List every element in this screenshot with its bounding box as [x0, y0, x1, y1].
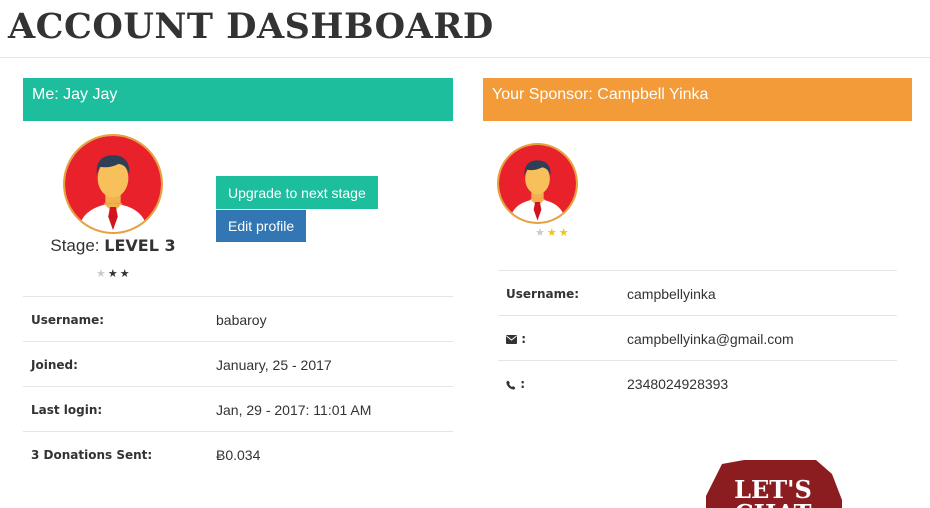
edit-profile-button[interactable]: Edit profile	[216, 210, 307, 242]
table-row: : campbellyinka@gmail.com	[498, 315, 897, 360]
table-row: Username: babaroy	[23, 296, 453, 341]
stage-value: LEVEL 3	[104, 236, 176, 255]
row-label: Username:	[506, 287, 580, 301]
sponsor-panel-heading: Your Sponsor: Campbell Yinka	[483, 78, 912, 121]
user-avatar-icon	[499, 145, 576, 222]
me-rating-stars: ★★★	[96, 267, 132, 280]
title-divider	[0, 57, 930, 58]
star-icon: ★	[119, 267, 132, 280]
sponsor-info-table: Username: campbellyinka : campbellyinka@…	[498, 270, 897, 405]
chat-badge[interactable]: LET'S CHAT	[704, 460, 844, 508]
table-row: 3 Donations Sent: Ƀ0.034	[23, 431, 453, 476]
row-label-text: :	[520, 377, 525, 391]
sponsor-rating-stars: ★★★	[535, 226, 571, 239]
table-row: : 2348024928393	[498, 360, 897, 405]
star-icon: ★	[535, 226, 547, 239]
row-label: :	[506, 377, 525, 391]
star-icon: ★	[107, 267, 120, 280]
star-icon: ★	[558, 226, 571, 239]
phone-icon	[506, 380, 516, 389]
row-label: Last login:	[31, 403, 103, 417]
row-label: Username:	[31, 313, 105, 327]
row-value: campbellyinka@gmail.com	[627, 331, 794, 347]
row-label-text: :	[521, 332, 526, 346]
envelope-icon	[506, 335, 517, 344]
stage-label: Stage:	[50, 236, 100, 255]
table-row: Last login: Jan, 29 - 2017: 11:01 AM	[23, 386, 453, 431]
row-value: January, 25 - 2017	[216, 357, 332, 373]
row-label: :	[506, 332, 526, 346]
sponsor-avatar	[497, 143, 578, 224]
row-value: campbellyinka	[627, 286, 716, 302]
page-title: ACCOUNT DASHBOARD	[8, 6, 494, 47]
star-icon: ★	[96, 267, 108, 280]
chat-badge-line2: CHAT	[735, 499, 812, 508]
me-info-table: Username: babaroy Joined: January, 25 - …	[23, 296, 453, 476]
star-icon: ★	[546, 226, 559, 239]
row-label: 3 Donations Sent:	[31, 448, 153, 462]
row-value: 2348024928393	[627, 376, 729, 392]
avatar	[63, 134, 163, 234]
me-panel-heading: Me: Jay Jay	[23, 78, 453, 121]
row-value: Jan, 29 - 2017: 11:01 AM	[216, 402, 372, 418]
user-avatar-icon	[65, 136, 161, 232]
stage-level: Stage: LEVEL 3	[30, 236, 196, 256]
row-label: Joined:	[31, 358, 78, 372]
row-value: Ƀ0.034	[216, 447, 261, 463]
upgrade-button[interactable]: Upgrade to next stage	[216, 176, 378, 209]
table-row: Joined: January, 25 - 2017	[23, 341, 453, 386]
row-value: babaroy	[216, 312, 267, 328]
table-row: Username: campbellyinka	[498, 270, 897, 315]
